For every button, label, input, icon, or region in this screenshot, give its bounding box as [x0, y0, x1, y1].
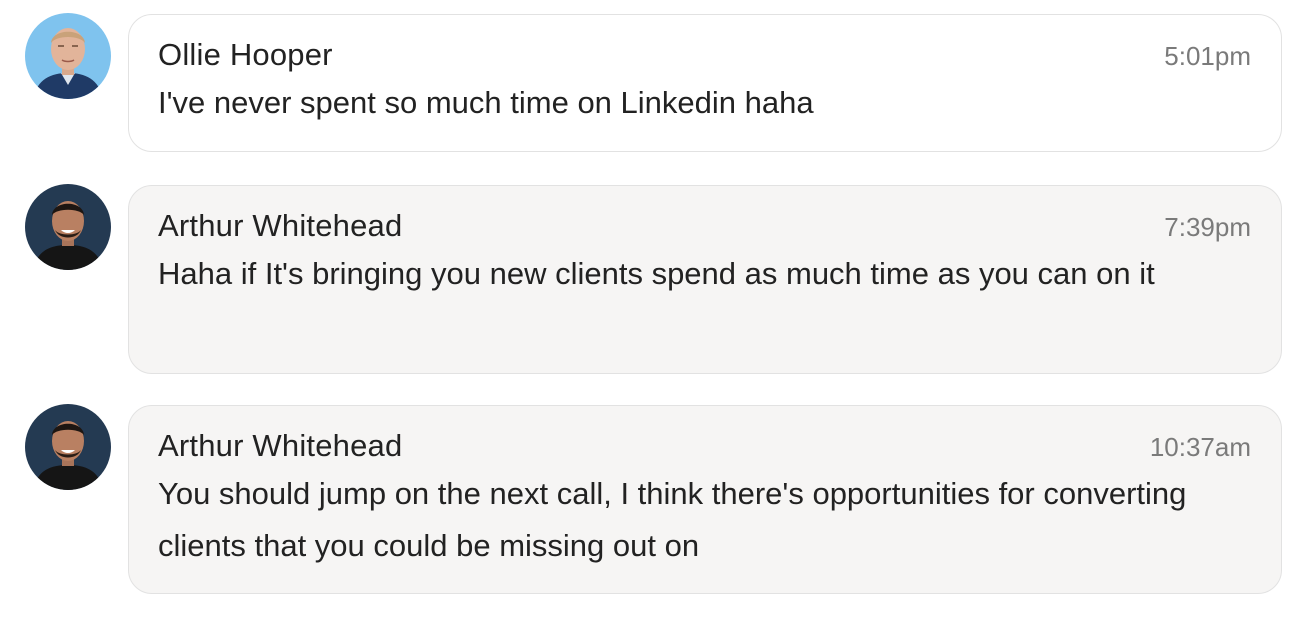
message-bubble[interactable]: Arthur Whitehead 7:39pm Haha if It's bri… [128, 185, 1282, 374]
sender-name[interactable]: Arthur Whitehead [158, 428, 402, 464]
message-text: You should jump on the next call, I thin… [158, 476, 1187, 563]
avatar[interactable] [25, 13, 111, 99]
person-avatar-icon [25, 184, 111, 270]
message-timestamp: 10:37am [1149, 432, 1251, 462]
sender-name[interactable]: Arthur Whitehead [158, 208, 402, 244]
message-text: Haha if It's bringing you new clients sp… [158, 256, 1155, 291]
message-text: I've never spent so much time on Linkedi… [158, 85, 814, 120]
message-bubble[interactable]: Ollie Hooper 5:01pm I've never spent so … [128, 14, 1282, 152]
message-bubble[interactable]: Arthur Whitehead 10:37am You should jump… [128, 405, 1282, 594]
message-timestamp: 7:39pm [1164, 212, 1251, 242]
message-timestamp: 5:01pm [1164, 41, 1251, 71]
message-thread: Ollie Hooper 5:01pm I've never spent so … [0, 0, 1300, 617]
person-avatar-icon [25, 404, 111, 490]
avatar[interactable] [25, 184, 111, 270]
avatar[interactable] [25, 404, 111, 490]
sender-name[interactable]: Ollie Hooper [158, 37, 333, 73]
person-avatar-icon [25, 13, 111, 99]
